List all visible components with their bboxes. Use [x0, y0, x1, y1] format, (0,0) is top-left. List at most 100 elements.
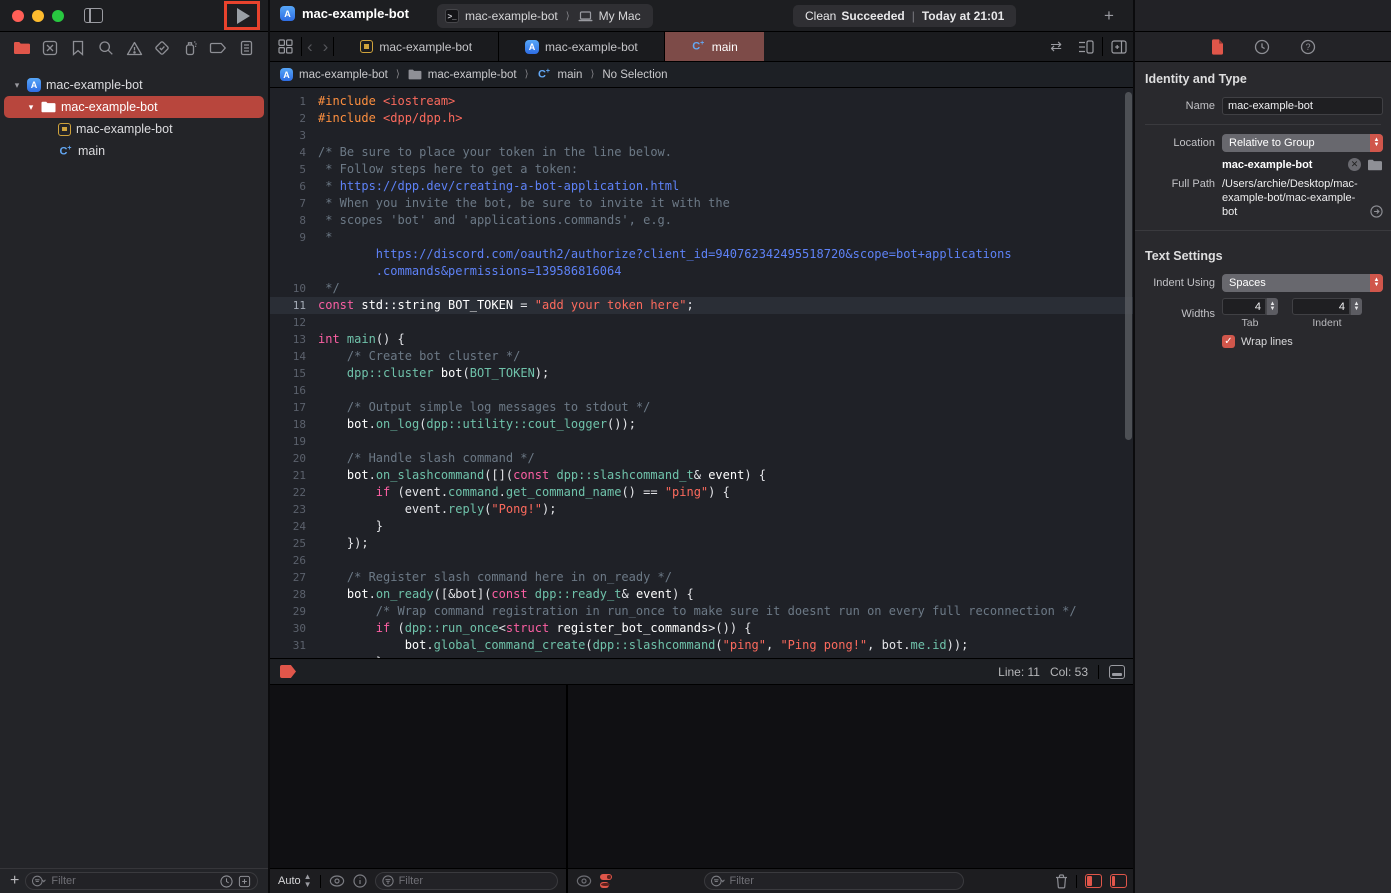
wrap-lines-checkbox[interactable]: ✓ — [1222, 335, 1235, 348]
code-line[interactable]: 25 }); — [270, 535, 1135, 552]
scheme-target[interactable]: mac-example-bot — [465, 9, 558, 23]
code-line[interactable]: 13int main() { — [270, 331, 1135, 348]
history-inspector-icon[interactable] — [1254, 39, 1270, 55]
close-window-button[interactable] — [12, 10, 24, 22]
console-filter-field[interactable]: Filter — [704, 872, 964, 890]
tests-icon[interactable] — [152, 38, 172, 58]
forward-icon[interactable]: › — [318, 32, 334, 61]
indent-width-field[interactable]: 4 — [1292, 298, 1350, 315]
code-line[interactable]: 6 * https://dpp.dev/creating-a-bot-appli… — [270, 178, 1135, 195]
line-number[interactable]: 20 — [270, 450, 306, 467]
line-number[interactable]: 23 — [270, 501, 306, 518]
tree-row-main[interactable]: C+ main — [0, 140, 268, 162]
eye-icon[interactable] — [576, 875, 592, 887]
console-toggles-icon[interactable] — [600, 874, 612, 888]
line-number[interactable]: 10 — [270, 280, 306, 297]
tab-project[interactable]: A mac-example-bot — [499, 32, 665, 61]
code-line[interactable]: 14 /* Create bot cluster */ — [270, 348, 1135, 365]
code-line[interactable]: 24 } — [270, 518, 1135, 535]
code-line[interactable]: 18 bot.on_log(dpp::utility::cout_logger(… — [270, 416, 1135, 433]
line-number[interactable]: 11 — [270, 297, 306, 314]
location-dropdown[interactable]: Relative to Group ▲▼ — [1222, 134, 1383, 152]
code-line[interactable]: 23 event.reply("Pong!"); — [270, 501, 1135, 518]
line-number[interactable]: 14 — [270, 348, 306, 365]
source-editor[interactable]: 1#include <iostream>2#include <dpp/dpp.h… — [270, 88, 1135, 658]
code-line[interactable]: 29 /* Wrap command registration in run_o… — [270, 603, 1135, 620]
open-arrow-icon[interactable] — [1370, 205, 1383, 218]
code-line[interactable]: 12 — [270, 314, 1135, 331]
code-line[interactable]: 1#include <iostream> — [270, 93, 1135, 110]
source-control-filter-icon[interactable] — [238, 875, 251, 888]
trash-icon[interactable] — [1055, 874, 1068, 889]
clear-icon[interactable]: ✕ — [1348, 158, 1361, 171]
line-number[interactable]: 17 — [270, 399, 306, 416]
bookmark-icon[interactable] — [68, 38, 88, 58]
tab-width-field[interactable]: 4 — [1222, 298, 1266, 315]
code-line[interactable]: 20 /* Handle slash command */ — [270, 450, 1135, 467]
recent-files-clock-icon[interactable] — [220, 875, 233, 888]
add-editor-icon[interactable] — [1103, 32, 1135, 61]
tab-main-active[interactable]: C+ main — [665, 32, 764, 61]
source-control-icon[interactable] — [40, 38, 60, 58]
line-number[interactable]: 5 — [270, 161, 306, 178]
tab-width-stepper[interactable]: ▲▼ — [1266, 298, 1278, 315]
code-line[interactable]: 21 bot.on_slashcommand([](const dpp::sla… — [270, 467, 1135, 484]
code-line[interactable]: 30 if (dpp::run_once<struct register_bot… — [270, 620, 1135, 637]
breakpoints-icon[interactable] — [208, 38, 228, 58]
variables-scope-selector[interactable]: Auto ▲▼ — [278, 873, 312, 889]
line-number[interactable]: 26 — [270, 552, 306, 569]
name-field[interactable]: mac-example-bot — [1222, 97, 1383, 115]
line-number[interactable]: 22 — [270, 484, 306, 501]
line-number[interactable]: 3 — [270, 127, 306, 144]
code-line[interactable]: 2#include <dpp/dpp.h> — [270, 110, 1135, 127]
activity-status[interactable]: Clean Succeeded | Today at 21:01 — [793, 5, 1016, 27]
minimize-window-button[interactable] — [32, 10, 44, 22]
line-number[interactable] — [270, 246, 306, 263]
breadcrumb-item[interactable]: mac-example-bot — [299, 69, 388, 81]
code-line[interactable]: 4/* Be sure to place your token in the l… — [270, 144, 1135, 161]
code-line[interactable]: 26 — [270, 552, 1135, 569]
code-line[interactable]: 28 bot.on_ready([&bot](const dpp::ready_… — [270, 586, 1135, 603]
line-number[interactable]: 27 — [270, 569, 306, 586]
zoom-window-button[interactable] — [52, 10, 64, 22]
line-number[interactable]: 9 — [270, 229, 306, 246]
line-number[interactable]: 13 — [270, 331, 306, 348]
line-number[interactable]: 12 — [270, 314, 306, 331]
quick-help-icon[interactable]: ? — [1300, 39, 1316, 55]
indent-using-dropdown[interactable]: Spaces ▲▼ — [1222, 274, 1383, 292]
breadcrumb-item[interactable]: mac-example-bot — [428, 69, 517, 81]
line-number[interactable]: 16 — [270, 382, 306, 399]
file-inspector-icon[interactable] — [1211, 39, 1224, 55]
line-number[interactable]: 15 — [270, 365, 306, 382]
navigator-filter-field[interactable]: Filter — [25, 872, 258, 890]
info-icon[interactable] — [353, 874, 367, 888]
back-icon[interactable]: ‹ — [302, 32, 318, 61]
line-number[interactable]: 18 — [270, 416, 306, 433]
tree-row-project[interactable]: ▾ A mac-example-bot — [0, 74, 268, 96]
line-number[interactable]: 28 — [270, 586, 306, 603]
tree-row-target[interactable]: mac-example-bot — [0, 118, 268, 140]
code-line[interactable]: https://discord.com/oauth2/authorize?cli… — [270, 246, 1135, 263]
editor-scrollbar[interactable] — [1125, 92, 1132, 440]
line-number[interactable]: 29 — [270, 603, 306, 620]
line-number[interactable]: 25 — [270, 535, 306, 552]
code-line[interactable]: 22 if (event.command.get_command_name() … — [270, 484, 1135, 501]
line-number[interactable]: 19 — [270, 433, 306, 450]
project-navigator-icon[interactable] — [12, 38, 32, 58]
sidebar-toggle-icon[interactable] — [84, 8, 103, 23]
tree-row-group-selected[interactable]: ▾ mac-example-bot — [4, 96, 264, 118]
line-number[interactable]: 8 — [270, 212, 306, 229]
code-line[interactable]: 16 — [270, 382, 1135, 399]
code-line[interactable]: 31 bot.global_command_create(dpp::slashc… — [270, 637, 1135, 654]
disclosure-chevron-icon[interactable]: ▾ — [26, 102, 36, 113]
line-number[interactable]: 4 — [270, 144, 306, 161]
code-line[interactable]: 5 * Follow steps here to get a token: — [270, 161, 1135, 178]
code-line[interactable]: 19 — [270, 433, 1135, 450]
reports-icon[interactable] — [236, 38, 256, 58]
variables-filter-field[interactable]: Filter — [375, 872, 558, 890]
code-line[interactable]: 11const std::string BOT_TOKEN = "add you… — [270, 297, 1135, 314]
code-line[interactable]: 3 — [270, 127, 1135, 144]
tab-target[interactable]: mac-example-bot — [334, 32, 499, 61]
code-line[interactable]: 9 * — [270, 229, 1135, 246]
choose-folder-icon[interactable] — [1367, 159, 1383, 171]
